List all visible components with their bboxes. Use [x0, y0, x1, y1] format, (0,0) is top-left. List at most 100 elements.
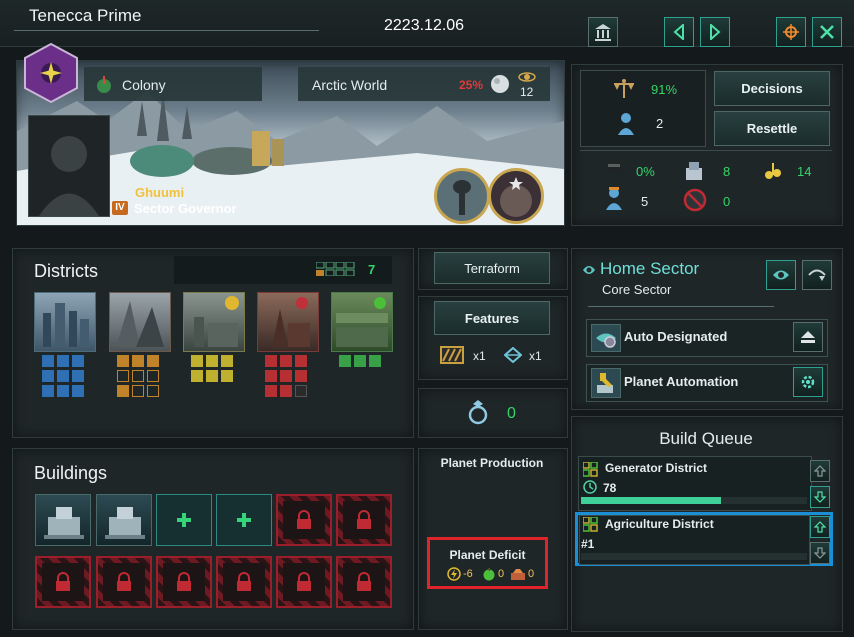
- stats-box: [580, 70, 706, 147]
- planet-deficit-box[interactable]: [427, 537, 548, 589]
- focus-camera-button[interactable]: [776, 17, 806, 47]
- decisions-button[interactable]: Decisions: [714, 71, 830, 106]
- colony-icon: [94, 74, 114, 94]
- transfer-icon: [808, 269, 826, 281]
- locked-building-slot[interactable]: [35, 556, 91, 608]
- district-slot: [354, 355, 366, 367]
- food-icon: [482, 567, 496, 581]
- districts-title: Districts: [34, 261, 98, 281]
- species-portrait-button[interactable]: [434, 168, 490, 224]
- district-slot: [280, 385, 292, 397]
- queue-time-icon: [583, 480, 597, 494]
- district-slot: [280, 370, 292, 382]
- district-slot: [191, 370, 203, 382]
- planet-ledger-button[interactable]: [588, 17, 618, 47]
- arrow-down-icon: [814, 547, 826, 559]
- jobs-icon: [762, 160, 784, 182]
- mining-district-icon: [272, 297, 310, 347]
- auto-designated-label: Auto Designated: [624, 329, 728, 344]
- locked-building-slot[interactable]: [156, 556, 212, 608]
- queue-progress-track: [581, 497, 807, 504]
- queue-item-name: Agriculture District: [605, 517, 714, 531]
- district-card-mining[interactable]: [257, 292, 319, 352]
- star-modifier-icon: [500, 177, 532, 217]
- minerals-icon: [510, 567, 526, 581]
- planet-name: Tenecca Prime: [29, 6, 142, 25]
- next-planet-button[interactable]: [700, 17, 730, 47]
- district-card-generator[interactable]: [183, 292, 245, 352]
- district-slot: [369, 355, 381, 367]
- queue-item-time: 78: [603, 481, 617, 495]
- governor-portrait[interactable]: [28, 115, 110, 217]
- district-slot: [117, 355, 129, 367]
- district-card-city[interactable]: [34, 292, 96, 352]
- empty-building-slot[interactable]: [216, 494, 272, 546]
- industrial-district-icon: [116, 301, 164, 347]
- terraform-button[interactable]: Terraform: [434, 252, 550, 284]
- institution-icon: [595, 24, 611, 41]
- sector-view-button[interactable]: [766, 260, 796, 290]
- queue-move-up-button[interactable]: [810, 516, 830, 538]
- district-slot: [132, 385, 144, 397]
- locked-building-slot[interactable]: [96, 556, 152, 608]
- locked-building-slot[interactable]: [336, 556, 392, 608]
- planet-automation-icon: [591, 368, 621, 398]
- species-icon: [453, 180, 471, 215]
- close-button[interactable]: [812, 17, 842, 47]
- district-slot: [42, 370, 54, 382]
- buildings-title: Buildings: [34, 463, 108, 483]
- lock-icon: [357, 510, 371, 529]
- district-slot: [295, 385, 307, 397]
- governor-rank-badge: IV: [112, 201, 128, 215]
- queue-move-down-button[interactable]: [810, 542, 830, 564]
- housing-value: 0: [507, 405, 516, 422]
- housing-icon: [466, 398, 490, 426]
- district-slot: [265, 385, 277, 397]
- blocker-icon: [440, 346, 464, 364]
- queue-move-down-button[interactable]: [810, 486, 830, 508]
- planet-modifier-button[interactable]: [488, 168, 544, 224]
- queue-move-up-button[interactable]: [810, 460, 830, 482]
- automation-settings-button[interactable]: [793, 367, 823, 397]
- district-slot: [295, 355, 307, 367]
- district-slot: [206, 355, 218, 367]
- empty-building-slot[interactable]: [156, 494, 212, 546]
- building-slot[interactable]: [96, 494, 152, 546]
- deficit-title: Planet Deficit: [449, 548, 526, 562]
- governor-title: Sector Governor: [134, 201, 237, 216]
- governor-name: Ghuumi: [135, 185, 185, 200]
- locked-building-slot[interactable]: [276, 494, 332, 546]
- locked-building-slot[interactable]: [216, 556, 272, 608]
- generator-district-icon: [194, 296, 239, 347]
- amenities-value: 8: [723, 164, 731, 179]
- district-slot: [117, 385, 129, 397]
- workers-icon: [604, 186, 624, 210]
- features-button[interactable]: Features: [434, 301, 550, 335]
- district-card-agriculture[interactable]: [331, 292, 393, 352]
- jobs-value: 14: [797, 164, 812, 179]
- designation-button[interactable]: [793, 322, 823, 352]
- pops-icon: [616, 111, 636, 135]
- agriculture-district-icon: [336, 297, 388, 347]
- district-card-industrial[interactable]: [109, 292, 171, 352]
- district-slot: [72, 370, 84, 382]
- sector-transfer-button[interactable]: [802, 260, 832, 290]
- close-icon: [820, 25, 834, 39]
- locked-building-slot[interactable]: [276, 556, 332, 608]
- district-slot: [221, 370, 233, 382]
- free-jobs-value: 5: [641, 194, 649, 209]
- building-slot[interactable]: [35, 494, 91, 546]
- previous-planet-button[interactable]: [664, 17, 694, 47]
- habitability-value: 25%: [459, 78, 484, 92]
- locked-building-slot[interactable]: [336, 494, 392, 546]
- crime-icon: [604, 158, 624, 180]
- resettle-button[interactable]: Resettle: [714, 111, 830, 146]
- sector-name: Home Sector: [600, 259, 700, 278]
- amenities-icon: [683, 160, 705, 182]
- unemployed-icon: [683, 188, 707, 212]
- district-slot: [221, 355, 233, 367]
- silhouette-icon: [39, 136, 99, 216]
- planet-size-icon: [518, 70, 536, 84]
- food-deficit-value: 0: [498, 568, 505, 580]
- lock-icon: [357, 572, 371, 591]
